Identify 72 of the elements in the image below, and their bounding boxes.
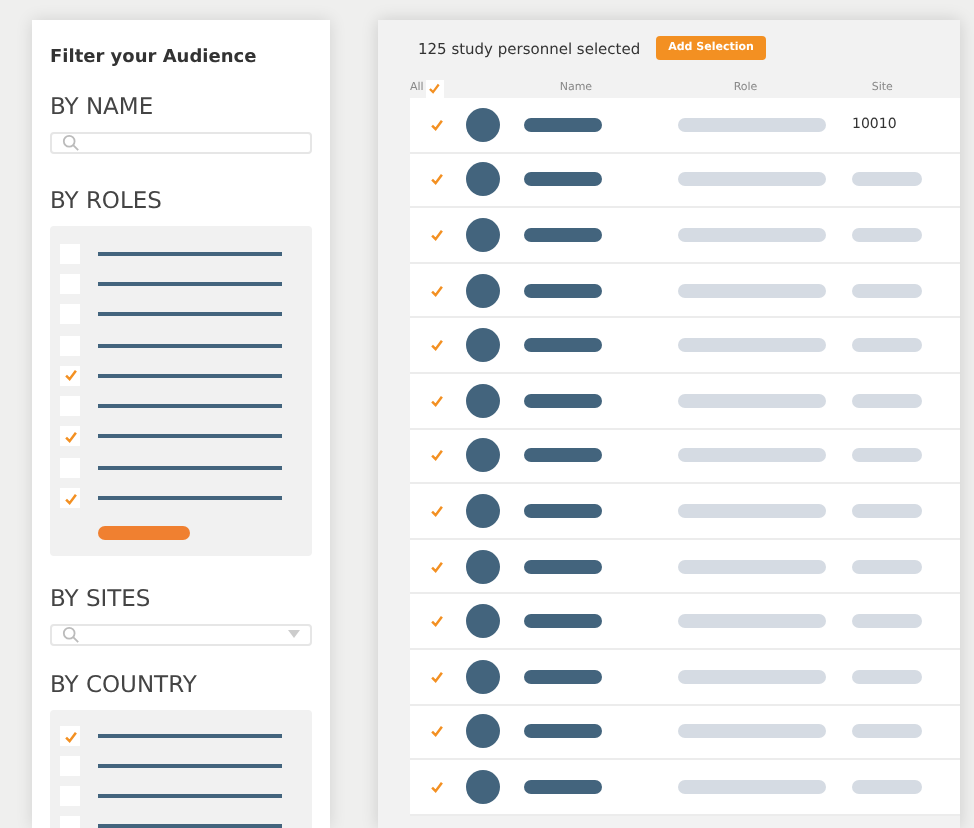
name-placeholder <box>524 283 602 298</box>
avatar <box>466 493 500 528</box>
checkmark-icon <box>429 669 443 684</box>
name-placeholder <box>524 724 602 739</box>
avatar <box>466 659 500 694</box>
avatar <box>466 328 500 363</box>
site-placeholder <box>852 669 922 684</box>
site-placeholder <box>852 393 922 408</box>
avatar <box>466 107 500 142</box>
site-placeholder <box>852 503 922 518</box>
caret-icon <box>288 630 300 639</box>
placeholder-bar <box>98 525 190 540</box>
name-placeholder <box>524 393 602 408</box>
section-heading: BY ROLES <box>50 186 164 214</box>
checkbox[interactable] <box>60 726 80 747</box>
site-placeholder <box>852 779 922 794</box>
name-placeholder <box>524 779 602 794</box>
panel-title: Filter your Audience <box>50 48 259 68</box>
checkmark-icon <box>63 729 77 744</box>
checkmark-icon <box>429 614 443 629</box>
checkmark-icon <box>429 117 443 132</box>
search-icon <box>62 625 80 644</box>
name-placeholder <box>524 669 602 684</box>
avatar <box>466 604 500 639</box>
avatar <box>466 162 500 197</box>
checkmark-icon <box>63 429 77 444</box>
checkmark-icon <box>429 172 443 187</box>
sites-dropdown[interactable] <box>50 623 312 646</box>
name-placeholder <box>524 559 602 574</box>
name-placeholder <box>524 117 602 132</box>
checkmark-icon <box>429 393 443 408</box>
checkmark-icon <box>429 448 443 463</box>
checkbox[interactable] <box>60 488 80 509</box>
site-placeholder <box>852 448 922 463</box>
name-placeholder <box>524 172 602 187</box>
search-icon <box>62 134 80 152</box>
checkmark-icon <box>428 81 441 95</box>
site-placeholder <box>852 559 922 574</box>
search-field[interactable] <box>50 132 312 154</box>
checkmark-icon <box>429 227 443 242</box>
name-placeholder <box>524 503 602 518</box>
section-heading: BY COUNTRY <box>50 669 199 698</box>
checkmark-icon <box>63 491 77 506</box>
avatar <box>466 383 500 418</box>
name-placeholder <box>524 448 602 463</box>
checkbox[interactable] <box>425 79 444 97</box>
name-placeholder <box>524 338 602 353</box>
checkmark-icon <box>429 338 443 353</box>
site-placeholder <box>852 338 922 353</box>
checkmark-icon <box>429 724 443 739</box>
checkmark-icon <box>429 559 443 574</box>
section-heading: BY NAME <box>50 92 156 120</box>
checkmark-icon <box>429 503 443 518</box>
site-placeholder <box>852 724 922 739</box>
site-placeholder <box>852 172 922 187</box>
avatar <box>466 273 500 308</box>
site-placeholder <box>852 614 922 629</box>
checkmark-icon <box>63 368 77 383</box>
avatar <box>466 438 500 473</box>
avatar <box>466 714 500 749</box>
avatar <box>466 769 500 804</box>
checkmark-icon <box>429 779 443 794</box>
checkbox[interactable] <box>60 426 80 447</box>
name-placeholder <box>524 614 602 629</box>
checkmark-icon <box>429 283 443 298</box>
avatar <box>466 217 500 252</box>
checkbox[interactable] <box>60 365 80 386</box>
section-heading: BY SITES <box>50 583 153 612</box>
site-placeholder <box>852 283 922 298</box>
name-placeholder <box>524 227 602 242</box>
site-placeholder <box>852 227 922 242</box>
avatar <box>466 549 500 584</box>
